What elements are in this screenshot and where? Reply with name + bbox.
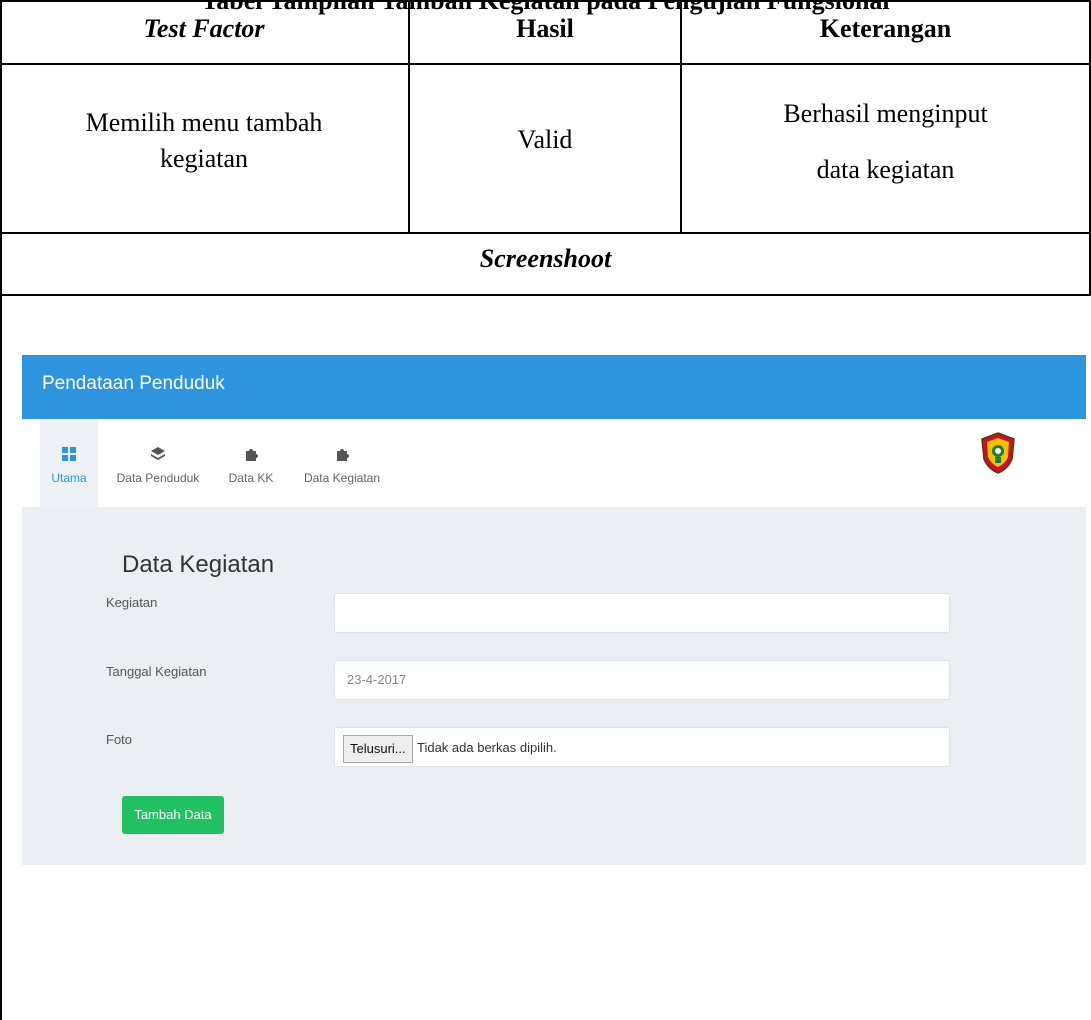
app-nav-bar: Utama Data Penduduk Data KK Data Kegiata… [22, 419, 1086, 508]
app-body: Data Kegiatan Kegiatan Tanggal Kegiatan … [22, 507, 1086, 865]
cell-keterangan-line1: Berhasil menginput [783, 99, 988, 128]
dashboard-icon [40, 447, 98, 466]
puzzle-icon [220, 447, 282, 466]
layers-icon [108, 447, 208, 466]
screenshot-label: Screenshoot [479, 244, 612, 273]
app-title[interactable]: Pendataan Penduduk [42, 373, 225, 395]
app-screenshot: Pendataan Penduduk Utama Data Penduduk D… [22, 355, 1086, 865]
puzzle-icon [292, 447, 392, 466]
cell-test-factor-line1: Memilih menu tambah [85, 108, 323, 137]
cell-keterangan-line2: data kegiatan [816, 155, 955, 184]
nav-item-data-kk[interactable]: Data KK [220, 419, 282, 507]
tambah-data-button[interactable]: Tambah Data [122, 796, 224, 834]
regional-emblem-logo [978, 431, 1018, 475]
nav-label-data-penduduk: Data Penduduk [116, 471, 200, 485]
kegiatan-label: Kegiatan [106, 595, 158, 610]
nav-item-data-kegiatan[interactable]: Data Kegiatan [292, 419, 392, 507]
header-test-factor: Test Factor [143, 14, 265, 43]
cell-hasil: Valid [517, 125, 573, 154]
nav-label-data-kk: Data KK [228, 471, 274, 485]
nav-label-utama: Utama [51, 471, 87, 485]
foto-file-input[interactable]: Telusuri... Tidak ada berkas dipilih. [334, 727, 950, 767]
nav-item-utama[interactable]: Utama [40, 419, 98, 507]
foto-label: Foto [106, 732, 133, 747]
header-keterangan: Keterangan [819, 14, 952, 43]
form-title: Data Kegiatan [122, 551, 275, 578]
nav-item-data-penduduk[interactable]: Data Penduduk [108, 419, 208, 507]
kegiatan-input[interactable] [334, 593, 950, 633]
header-hasil: Hasil [516, 14, 574, 43]
file-status-text: Tidak ada berkas dipilih. [417, 740, 557, 755]
cell-test-factor-line2: kegiatan [159, 144, 249, 173]
app-header: Pendataan Penduduk [22, 355, 1086, 419]
nav-label-data-kegiatan: Data Kegiatan [303, 471, 381, 485]
tanggal-kegiatan-label: Tanggal Kegiatan [106, 664, 207, 679]
browse-button[interactable]: Telusuri... [343, 735, 413, 763]
tanggal-kegiatan-input[interactable]: 23-4-2017 [334, 660, 950, 700]
